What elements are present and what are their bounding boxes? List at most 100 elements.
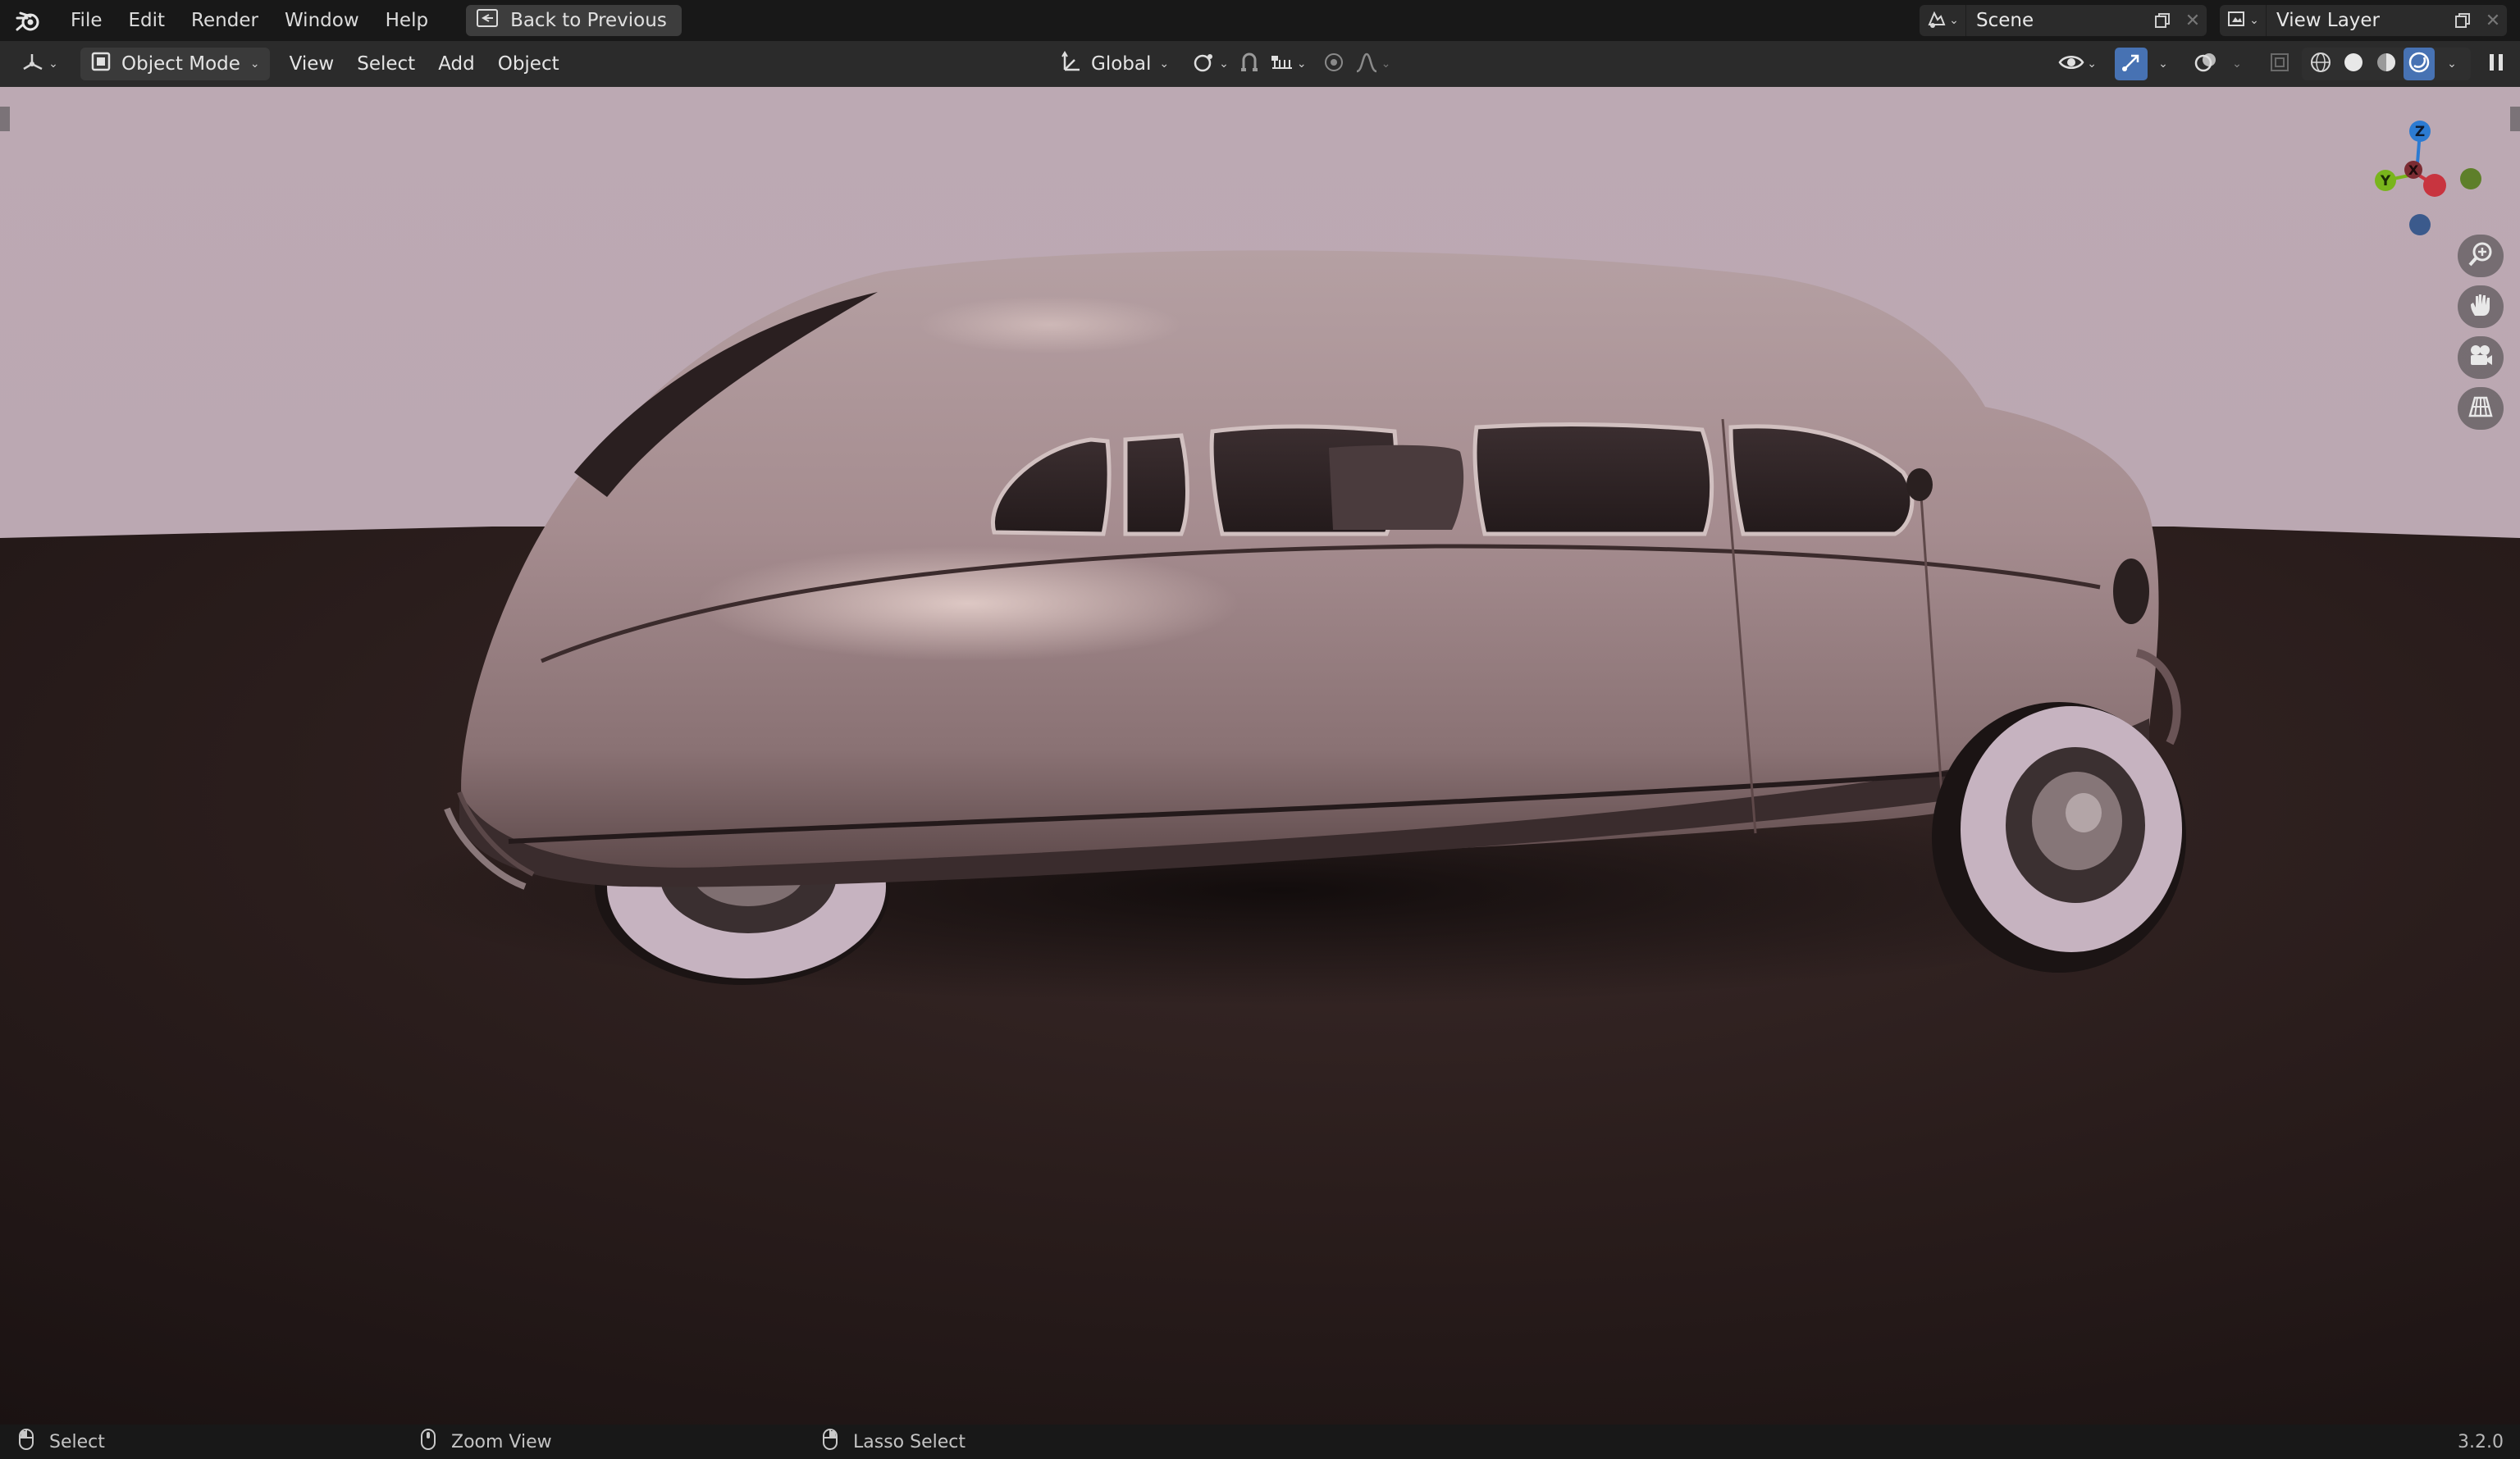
3d-viewport[interactable]: Z Y X: [0, 87, 2520, 1425]
z-axis-negative-handle: [2409, 214, 2431, 235]
view-layer-icon: [2226, 8, 2248, 33]
pan-hand-icon: [2467, 291, 2495, 322]
gizmo-icon: [2120, 51, 2143, 77]
top-bar: File Edit Render Window Help Back to Pre…: [0, 0, 2520, 41]
material-shading-icon: [2375, 51, 2398, 77]
xray-toggle[interactable]: [2264, 48, 2295, 80]
y-axis-negative-handle: [2460, 168, 2481, 189]
menu-select[interactable]: Select: [345, 48, 427, 80]
gizmo-toggle[interactable]: [2115, 48, 2148, 80]
pivot-point-dropdown[interactable]: ⌄: [1192, 48, 1229, 80]
chevron-down-icon: ⌄: [1159, 57, 1170, 71]
status-lasso-label: Lasso Select: [853, 1431, 966, 1452]
menu-edit[interactable]: Edit: [116, 0, 179, 41]
front-wheel: [1932, 702, 2186, 973]
close-icon[interactable]: ✕: [2479, 5, 2507, 36]
chevron-down-icon: ⌄: [2232, 57, 2242, 71]
menu-file[interactable]: File: [57, 0, 116, 41]
visibility-dropdown[interactable]: ⌄: [2058, 48, 2097, 80]
rendered-shading-icon: [2408, 51, 2431, 77]
zoom-button[interactable]: [2458, 235, 2504, 277]
chevron-down-icon: ⌄: [2249, 14, 2259, 27]
back-to-previous-label: Back to Previous: [510, 10, 667, 31]
chevron-down-icon: ⌄: [48, 57, 58, 71]
overlay-icon: [2194, 50, 2218, 78]
shading-options-dropdown[interactable]: ⌄: [2436, 48, 2468, 80]
gizmo-dropdown[interactable]: ⌄: [2148, 48, 2179, 80]
visibility-icon: [2058, 52, 2084, 75]
status-zoom-hint: Zoom View: [420, 1425, 552, 1459]
chevron-down-icon: ⌄: [2447, 57, 2457, 71]
view-layer-name-field[interactable]: View Layer: [2266, 5, 2446, 36]
object-mode-icon: [90, 51, 112, 77]
object-mode-label: Object Mode: [121, 53, 240, 75]
duplicate-icon: [2455, 13, 2470, 28]
mouse-right-icon: [822, 1428, 838, 1456]
editor-type-button[interactable]: ⌄: [13, 48, 66, 80]
transform-orientation-dropdown[interactable]: Global ⌄: [1052, 48, 1177, 80]
solid-shading-button[interactable]: [2338, 48, 2369, 80]
chevron-down-icon: ⌄: [1219, 57, 1229, 71]
ortho-grid-icon: [2467, 393, 2495, 424]
viewport-navigation-buttons: [2458, 235, 2504, 430]
transform-orientation-label: Global: [1091, 53, 1152, 75]
proportional-falloff-dropdown[interactable]: ⌄: [1354, 48, 1390, 80]
pan-button[interactable]: [2458, 285, 2504, 328]
toolbar-expand-handle[interactable]: [0, 107, 10, 131]
overlay-dropdown[interactable]: ⌄: [2221, 48, 2253, 80]
chevron-down-icon: ⌄: [1949, 14, 1959, 27]
back-screen-icon: [476, 8, 499, 33]
navigation-gizmo[interactable]: Z Y X: [2356, 100, 2495, 239]
version-label: 3.2.0: [2458, 1431, 2504, 1452]
sidebar-expand-handle[interactable]: [2510, 107, 2520, 131]
menu-help[interactable]: Help: [372, 0, 441, 41]
menu-render[interactable]: Render: [178, 0, 272, 41]
duplicate-icon: [2155, 13, 2170, 28]
view-layer-selector[interactable]: ⌄ View Layer ✕: [2220, 5, 2507, 36]
blender-logo-icon[interactable]: [0, 0, 57, 41]
xray-icon: [2269, 52, 2290, 76]
viewport-header: ⌄ Object Mode ⌄ View Select Add Object G…: [0, 41, 2520, 87]
material-shading-button[interactable]: [2371, 48, 2402, 80]
chevron-down-icon: ⌄: [1296, 57, 1307, 71]
3d-viewport-icon: [21, 51, 45, 77]
x-axis-label: X: [2408, 162, 2419, 178]
menu-add[interactable]: Add: [427, 48, 486, 80]
back-to-previous-button[interactable]: Back to Previous: [466, 5, 682, 36]
y-axis-label: Y: [2380, 173, 2391, 189]
wireframe-shading-button[interactable]: [2305, 48, 2336, 80]
close-icon[interactable]: ✕: [2179, 5, 2207, 36]
menu-window[interactable]: Window: [272, 0, 372, 41]
view-layer-browse-button[interactable]: ⌄: [2220, 5, 2266, 36]
scene-browse-button[interactable]: ⌄: [1920, 5, 1965, 36]
object-mode-dropdown[interactable]: Object Mode ⌄: [80, 48, 270, 80]
snap-toggle[interactable]: [1234, 48, 1265, 80]
camera-view-button[interactable]: [2458, 336, 2504, 379]
status-bar: Select Zoom View Lasso Select 3.2.0: [0, 1425, 2520, 1459]
scene-name-field[interactable]: Scene: [1965, 5, 2146, 36]
chevron-down-icon: ⌄: [249, 57, 260, 71]
proportional-edit-toggle[interactable]: [1318, 48, 1349, 80]
shading-mode-group: ⌄: [2302, 48, 2471, 80]
pivot-icon: [1192, 51, 1217, 77]
snap-target-dropdown[interactable]: ⌄: [1270, 48, 1307, 80]
chevron-down-icon: ⌄: [2158, 57, 2168, 71]
scene-icon: [1926, 8, 1947, 33]
menu-object[interactable]: Object: [486, 48, 571, 80]
menu-view[interactable]: View: [278, 48, 346, 80]
new-scene-button[interactable]: [2146, 5, 2179, 36]
new-view-layer-button[interactable]: [2446, 5, 2479, 36]
rendered-shading-button[interactable]: [2404, 48, 2435, 80]
ortho-toggle-button[interactable]: [2458, 387, 2504, 430]
z-axis-label: Z: [2415, 124, 2425, 140]
pause-icon: [2487, 52, 2505, 76]
solid-shading-icon: [2342, 51, 2365, 77]
status-select-hint: Select: [18, 1425, 105, 1459]
rendered-scene: [0, 87, 2520, 1425]
overlay-toggle[interactable]: [2190, 48, 2221, 80]
camera-icon: [2467, 342, 2495, 373]
orientation-axes-icon: [1060, 50, 1083, 78]
pause-render-button[interactable]: [2481, 48, 2512, 80]
scene-selector[interactable]: ⌄ Scene ✕: [1920, 5, 2207, 36]
status-zoom-label: Zoom View: [451, 1431, 552, 1452]
